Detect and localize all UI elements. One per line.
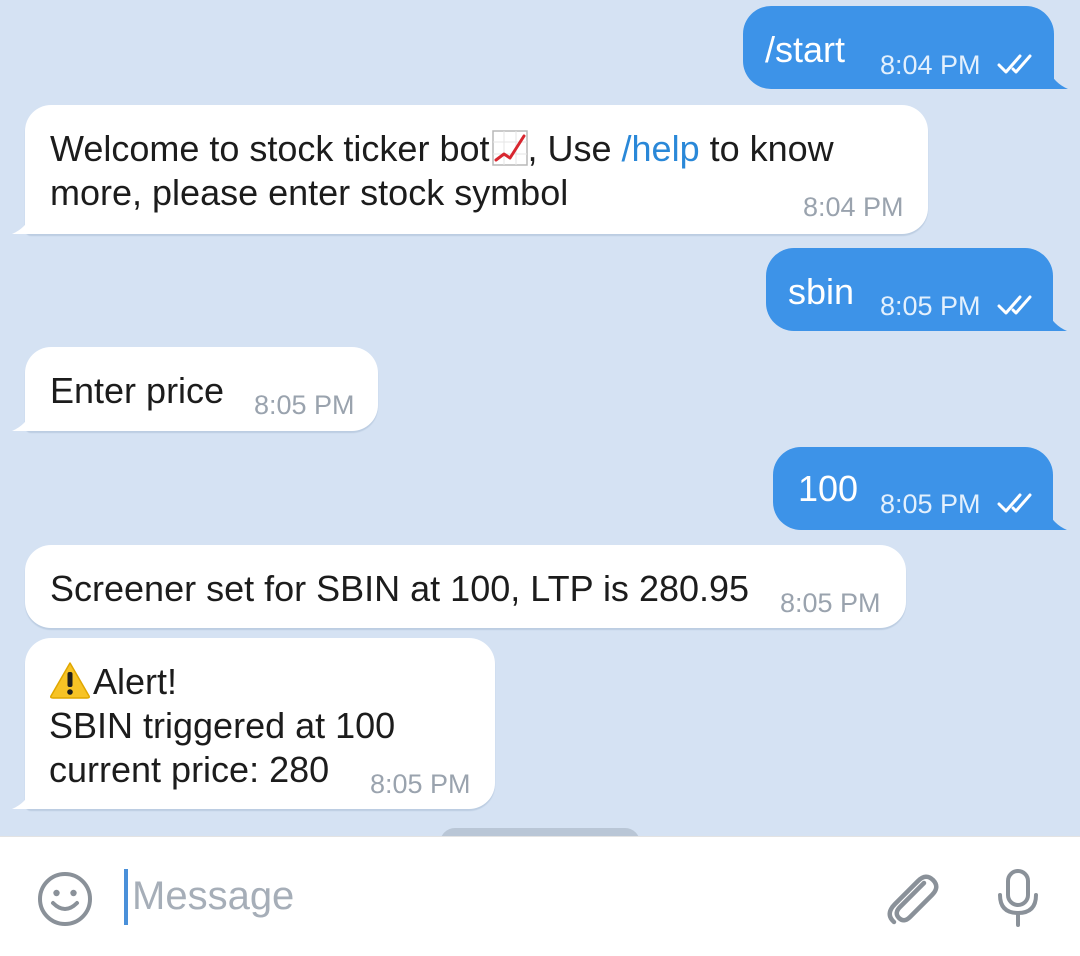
message-text: /start [765,29,846,70]
message-text: 100 [798,468,859,509]
message-incoming[interactable]: Enter price 8:05 PM [12,347,378,431]
chart-increasing-icon [491,130,528,166]
message-time: 8:05 PM [880,291,981,321]
bubble-tail [1047,510,1067,530]
message-text-line: more, please enter stock symbol [50,172,569,213]
text-cursor [124,869,128,925]
message-incoming[interactable]: Welcome to stock ticker bot , Use /help t… [12,105,928,234]
message-time: 8:05 PM [370,769,471,799]
emoji-smile-icon[interactable] [36,870,94,928]
microphone-icon[interactable] [994,867,1042,929]
message-text-line: SBIN triggered at 100 [49,705,396,746]
message-time: 8:05 PM [254,390,355,420]
message-text-line: Alert! [49,660,177,704]
bubble-tail [1048,69,1068,89]
message-text-part: , Use [527,128,622,169]
bubble-tail [12,411,32,431]
double-check-read-icon [997,54,1032,74]
message-outgoing[interactable]: sbin 8:05 PM [766,248,1067,331]
warning-icon [49,661,91,699]
message-text: Welcome to stock ticker bot , Use /help t… [50,127,834,171]
chat-history[interactable]: /start 8:04 PM Welcome to stock ticker b… [0,0,1080,836]
paperclip-icon[interactable] [880,865,942,927]
message-incoming[interactable]: Screener set for SBIN at 100, LTP is 280… [25,545,906,628]
message-time: 8:04 PM [803,192,904,222]
message-input[interactable]: Message [124,867,844,927]
message-input-placeholder: Message [132,874,295,918]
message-outgoing[interactable]: /start 8:04 PM [743,6,1068,89]
message-text: Screener set for SBIN at 100, LTP is 280… [50,568,750,609]
message-text: Enter price [50,370,225,411]
help-command-link[interactable]: /help [622,128,700,169]
message-text-line: current price: 280 [49,749,330,790]
message-outgoing[interactable]: 100 8:05 PM [773,447,1067,530]
scroll-indicator-pill [440,828,640,836]
message-time: 8:05 PM [880,489,981,519]
message-text-part: to know [699,128,834,169]
message-incoming[interactable]: Alert! SBIN triggered at 100 current pri… [12,638,495,809]
bubble-tail [12,789,32,809]
message-time: 8:04 PM [880,50,981,80]
bubble-tail [1047,311,1067,331]
alert-title: Alert! [93,661,178,702]
message-time: 8:05 PM [780,588,881,618]
double-check-read-icon [997,295,1032,315]
bubble-tail [12,214,32,234]
double-check-read-icon [997,493,1032,513]
message-composer: Message [0,836,1080,956]
message-text-part: Welcome to stock ticker bot [50,128,490,169]
message-text: sbin [788,271,855,312]
